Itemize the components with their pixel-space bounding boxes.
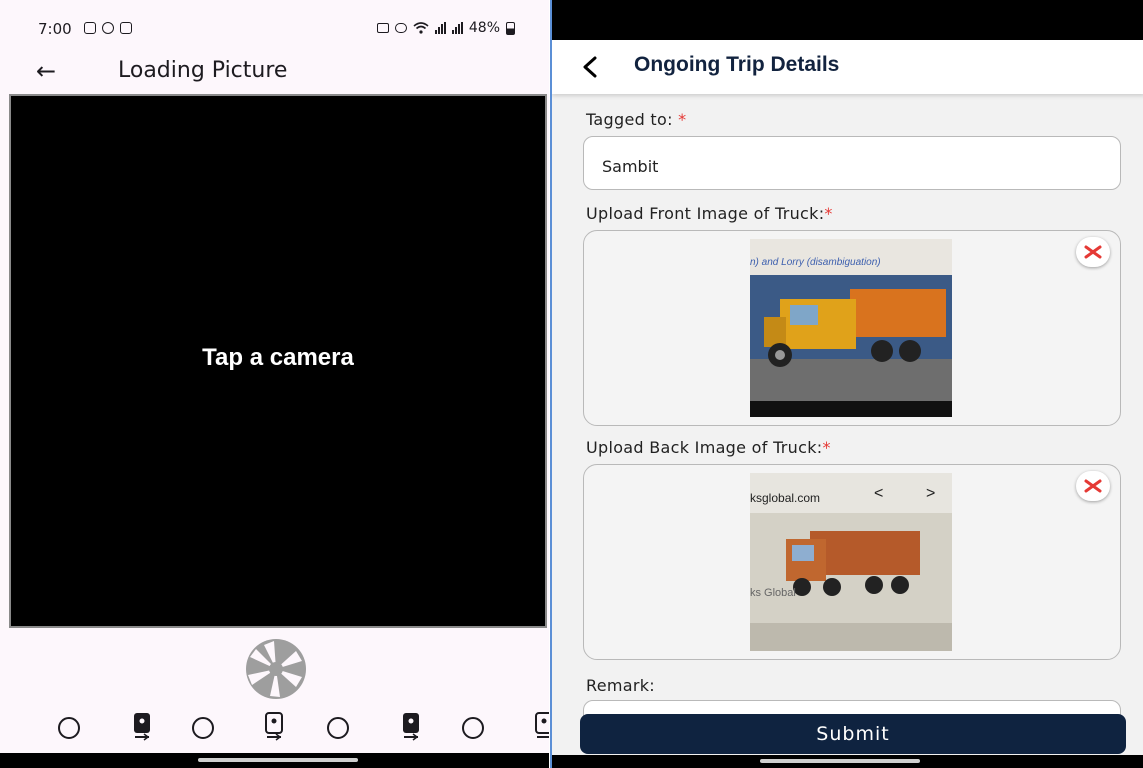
camera-circle-icon[interactable]	[192, 717, 214, 739]
tagged-label: Tagged to: *	[586, 110, 687, 129]
back-arrow-icon[interactable]: ←	[36, 56, 66, 86]
home-indicator[interactable]	[760, 759, 920, 763]
back-image-label: Upload Back Image of Truck:*	[586, 438, 831, 457]
back-photo-caption-bottom: ks Global	[750, 587, 796, 599]
app-header: Ongoing Trip Details	[552, 40, 1143, 94]
status-time: 7:00	[38, 20, 72, 38]
camera-preview[interactable]: Tap a camera	[9, 94, 547, 628]
tagged-to-field[interactable]: Sambit	[583, 136, 1121, 190]
preview-message: Tap a camera	[202, 344, 354, 371]
status-indicators: 48%	[376, 20, 515, 36]
home-indicator[interactable]	[198, 758, 358, 762]
camera-phone-icon[interactable]	[264, 712, 284, 742]
camera-phone-icon[interactable]	[534, 712, 549, 742]
back-photo-caption-top: ksglobal.com	[750, 491, 821, 505]
whatsapp-icon	[102, 22, 114, 34]
system-nav-bar	[0, 753, 549, 768]
trip-details-screen: Ongoing Trip Details Tagged to: * Sambit…	[550, 0, 1143, 768]
page-title: Ongoing Trip Details	[634, 53, 840, 76]
close-icon	[1084, 479, 1102, 493]
battery-text: 48%	[468, 20, 500, 36]
chevron-left-icon[interactable]	[576, 50, 606, 84]
front-image-upload[interactable]: n) and Lorry (disambiguation)	[583, 230, 1121, 426]
close-icon	[1084, 245, 1102, 259]
calendar-icon	[120, 22, 132, 34]
camera-screen: 7:00 48% ← Loading Picture Tap a camera	[0, 0, 549, 768]
front-truck-photo: n) and Lorry (disambiguation)	[750, 239, 952, 417]
submit-button[interactable]: Submit	[580, 714, 1126, 754]
gallery-icon	[84, 22, 96, 34]
front-photo-caption: n) and Lorry (disambiguation)	[750, 257, 881, 268]
status-bar: 7:00 48%	[0, 0, 549, 52]
alarm-icon	[376, 23, 389, 33]
photo-prev-icon: <	[874, 485, 884, 502]
camera-circle-icon[interactable]	[58, 717, 80, 739]
shutter-icon[interactable]	[244, 637, 308, 701]
remark-label: Remark:	[586, 676, 655, 695]
trip-form: Tagged to: * Sambit Upload Front Image o…	[552, 94, 1143, 768]
photo-next-icon: >	[926, 485, 936, 502]
back-image-upload[interactable]: ksglobal.com < > ks Global	[583, 464, 1121, 660]
wifi-icon	[413, 22, 429, 34]
app-bar: ← Loading Picture	[0, 52, 549, 92]
system-nav-bar	[552, 755, 1143, 768]
remove-back-image-button[interactable]	[1076, 471, 1110, 501]
remove-front-image-button[interactable]	[1076, 237, 1110, 267]
camera-circle-icon[interactable]	[327, 717, 349, 739]
tagged-to-value: Sambit	[602, 157, 659, 176]
camera-selector	[0, 700, 549, 750]
back-truck-photo: ksglobal.com < > ks Global	[750, 473, 952, 651]
front-image-label: Upload Front Image of Truck:*	[586, 204, 833, 223]
mute-icon	[394, 23, 407, 33]
camera-phone-icon[interactable]	[401, 712, 421, 742]
camera-phone-icon[interactable]	[132, 712, 152, 742]
camera-circle-icon[interactable]	[462, 717, 484, 739]
signal-icon	[434, 22, 446, 34]
page-title: Loading Picture	[118, 58, 288, 83]
battery-icon	[506, 21, 515, 35]
status-bar	[552, 0, 1143, 40]
signal-icon-2	[451, 22, 463, 34]
